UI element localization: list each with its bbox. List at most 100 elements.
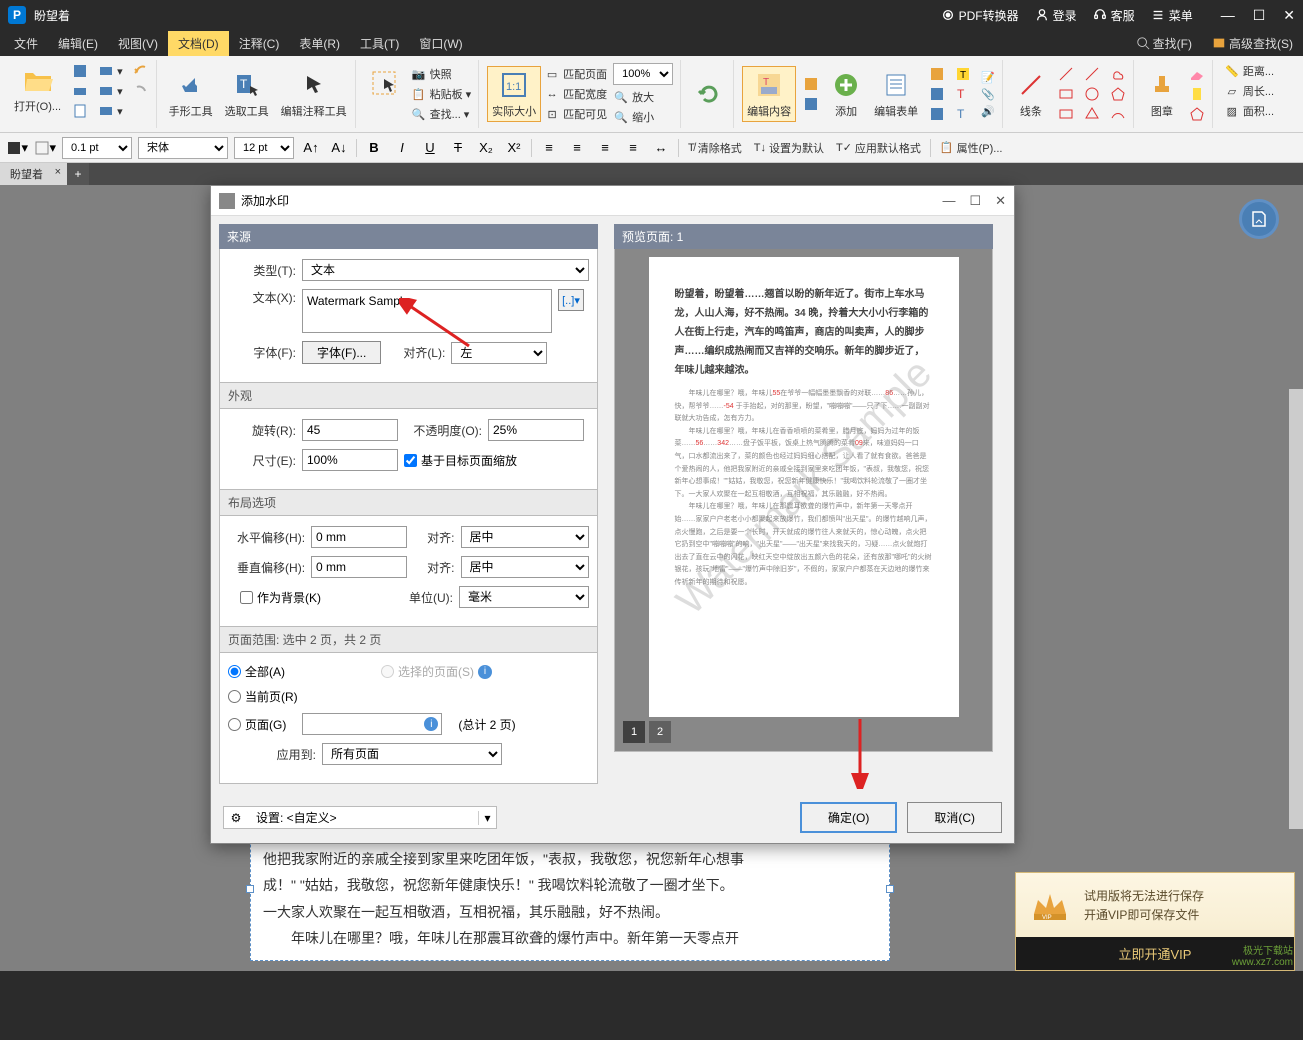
menu-button[interactable]: 菜单 xyxy=(1151,7,1193,24)
menu-comment[interactable]: 注释(C) xyxy=(229,31,290,56)
pdf-converter-button[interactable]: PDF转换器 xyxy=(941,7,1019,24)
dialog-maximize-button[interactable]: ☐ xyxy=(969,193,981,209)
shape-cloud[interactable] xyxy=(1107,65,1129,83)
range-all-radio[interactable]: 全部(A) xyxy=(228,663,285,680)
export-icon[interactable]: ▾ xyxy=(95,102,126,120)
shape-free[interactable] xyxy=(1107,105,1129,123)
range-pages-radio[interactable]: 页面(G) xyxy=(228,716,286,733)
shape-arrow[interactable] xyxy=(1055,65,1077,83)
menu-file[interactable]: 文件 xyxy=(4,31,48,56)
preview-thumb-2[interactable]: 2 xyxy=(649,721,671,743)
snapshot-button[interactable]: 📷快照 xyxy=(408,65,475,83)
menu-document[interactable]: 文档(D) xyxy=(168,31,229,56)
eraser-icon[interactable] xyxy=(1186,65,1208,83)
range-current-radio[interactable]: 当前页(R) xyxy=(228,688,298,705)
actual-size-button[interactable]: 1:1实际大小 xyxy=(487,66,541,122)
align-select[interactable]: 左 xyxy=(451,342,547,364)
align-left-button[interactable]: ≡ xyxy=(538,137,560,159)
properties-button[interactable]: 📋属性(P)... xyxy=(937,139,1006,157)
subscript-button[interactable]: X₂ xyxy=(475,137,497,159)
size-input[interactable] xyxy=(302,449,398,471)
font-size-select[interactable]: 12 pt xyxy=(234,137,294,159)
valign-select[interactable]: 居中 xyxy=(461,556,590,578)
menu-tool[interactable]: 工具(T) xyxy=(350,31,409,56)
rotate-input[interactable] xyxy=(302,419,398,441)
menu-form[interactable]: 表单(R) xyxy=(289,31,350,56)
halign-select[interactable]: 居中 xyxy=(461,526,590,548)
tool-c2[interactable]: 📎 xyxy=(978,87,998,102)
line-button[interactable]: 线条 xyxy=(1011,67,1051,121)
perimeter-button[interactable]: ▱周长... xyxy=(1221,82,1277,100)
menu-window[interactable]: 窗口(W) xyxy=(409,31,472,56)
menu-view[interactable]: 视图(V) xyxy=(108,31,168,56)
advanced-find-button[interactable]: 高级查找(S) xyxy=(1206,33,1299,54)
support-button[interactable]: 客服 xyxy=(1093,7,1135,24)
print-icon[interactable] xyxy=(69,82,91,100)
edit-t1[interactable] xyxy=(800,75,822,93)
edit-content-button[interactable]: T编辑内容 xyxy=(742,66,796,122)
edit-form-button[interactable]: 编辑表单 xyxy=(870,67,922,121)
unit-select[interactable]: 毫米 xyxy=(459,586,589,608)
tab-close-icon[interactable]: × xyxy=(55,166,61,178)
underline-button[interactable]: U xyxy=(419,137,441,159)
highlight-icon[interactable] xyxy=(1186,85,1208,103)
undo-icon[interactable] xyxy=(130,62,152,80)
tool-a1[interactable] xyxy=(926,65,948,83)
refresh-button[interactable] xyxy=(689,76,729,112)
token-button[interactable]: [..]▾ xyxy=(558,289,584,311)
tool-a2[interactable] xyxy=(926,85,948,103)
strike-button[interactable]: T xyxy=(447,137,469,159)
shape-poly2[interactable] xyxy=(1107,85,1129,103)
line-color-button[interactable]: ▾ xyxy=(34,137,56,159)
italic-button[interactable]: I xyxy=(391,137,413,159)
fill-color-button[interactable]: ▾ xyxy=(6,137,28,159)
as-bg-checkbox[interactable]: 作为背景(K) xyxy=(240,589,321,606)
select-dashed-button[interactable] xyxy=(364,65,404,123)
find-ribbon-button[interactable]: 🔍查找...▾ xyxy=(408,105,475,123)
voffset-input[interactable] xyxy=(311,556,407,578)
font-button[interactable]: 字体(F)... xyxy=(302,341,381,364)
align-center-button[interactable]: ≡ xyxy=(566,137,588,159)
cancel-button[interactable]: 取消(C) xyxy=(907,802,1002,833)
line-width-select[interactable]: 0.1 pt xyxy=(62,137,132,159)
vertical-scrollbar[interactable] xyxy=(1289,389,1303,829)
edit-t2[interactable] xyxy=(800,95,822,113)
hoffset-input[interactable] xyxy=(311,526,407,548)
redo-icon[interactable] xyxy=(130,82,152,100)
shape-rect2[interactable] xyxy=(1055,105,1077,123)
type-select[interactable]: 文本 xyxy=(302,259,589,281)
fit-page-button[interactable]: ▭匹配页面 xyxy=(541,65,610,83)
select-tool-button[interactable]: T选取工具 xyxy=(221,67,273,121)
clipboard-button[interactable]: 📋粘贴板▾ xyxy=(408,85,475,103)
distance-button[interactable]: 📏距离... xyxy=(1221,62,1277,80)
watermark-text-input[interactable]: Watermark Sample xyxy=(302,289,552,333)
find-button[interactable]: 查找(F) xyxy=(1130,33,1198,54)
tool-c3[interactable]: 🔊 xyxy=(978,104,998,119)
zoom-in-button[interactable]: 🔍放大 xyxy=(610,88,676,106)
align-justify-button[interactable]: ≡ xyxy=(622,137,644,159)
shape-circle[interactable] xyxy=(1081,85,1103,103)
annotation-tool-button[interactable]: 编辑注释工具 xyxy=(277,67,351,121)
scan-icon[interactable]: ▾ xyxy=(95,82,126,100)
pages-input[interactable] xyxy=(302,713,442,735)
tool-a3[interactable] xyxy=(926,105,948,123)
area-button[interactable]: ▨面积... xyxy=(1221,102,1277,120)
apply-default-button[interactable]: T✓应用默认格式 xyxy=(833,139,924,157)
maximize-button[interactable]: ☐ xyxy=(1253,7,1266,24)
bold-button[interactable]: B xyxy=(363,137,385,159)
email-icon[interactable]: ▾ xyxy=(95,62,126,80)
add-tab-button[interactable]: + xyxy=(67,163,89,185)
stamp-button[interactable]: 图章 xyxy=(1142,67,1182,121)
menu-edit[interactable]: 编辑(E) xyxy=(48,31,108,56)
preview-thumb-1[interactable]: 1 xyxy=(623,721,645,743)
hscale-button[interactable]: ↔ xyxy=(650,137,672,159)
superscript-button[interactable]: X² xyxy=(503,137,525,159)
shape-rect[interactable] xyxy=(1055,85,1077,103)
range-selected-radio[interactable]: 选择的页面(S)i xyxy=(381,663,492,680)
fit-visible-button[interactable]: ⊡匹配可见 xyxy=(541,105,610,123)
tool-b3[interactable]: T xyxy=(952,105,974,123)
minimize-button[interactable]: — xyxy=(1221,7,1235,24)
shrink-font-button[interactable]: A↓ xyxy=(328,137,350,159)
settings-dropdown[interactable]: ⚙ 设置: <自定义> ▾ xyxy=(223,806,497,829)
grow-font-button[interactable]: A↑ xyxy=(300,137,322,159)
